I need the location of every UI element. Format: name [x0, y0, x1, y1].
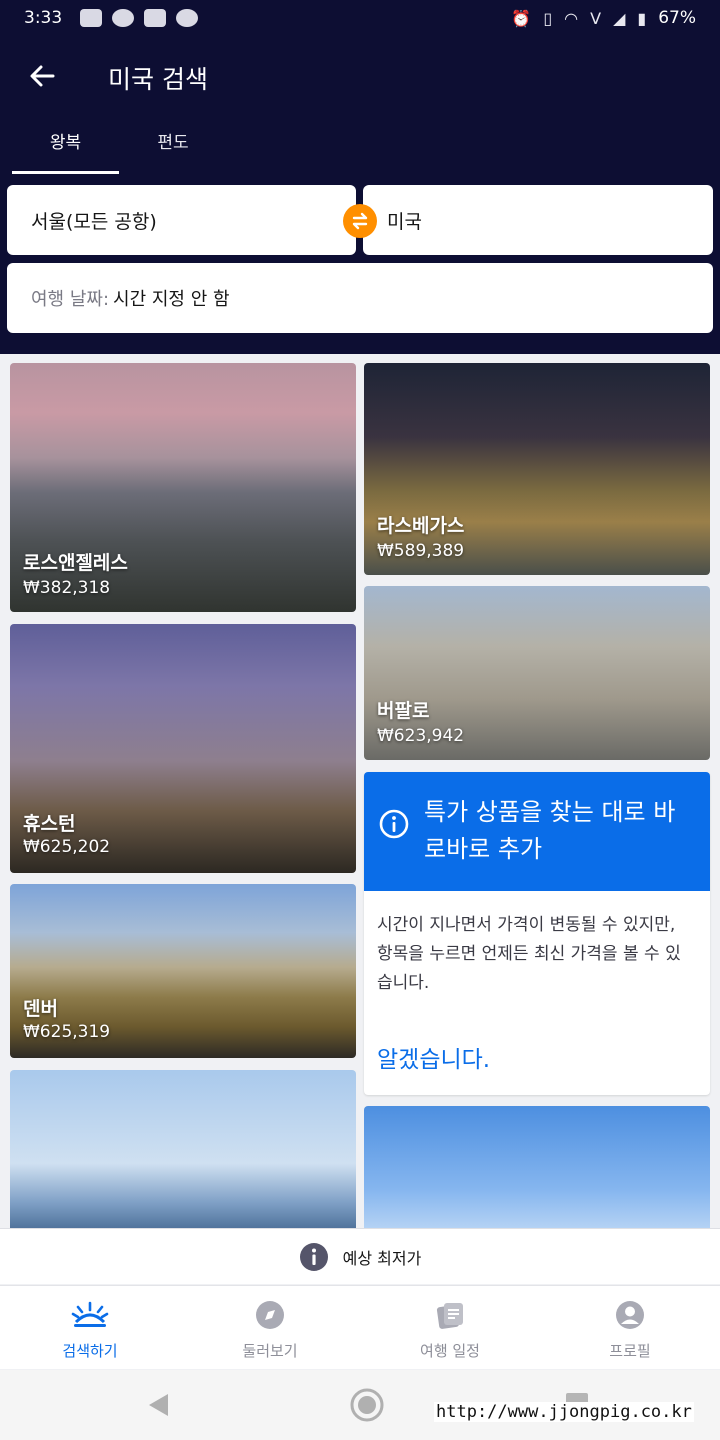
tab-one-way[interactable]: 편도: [119, 120, 227, 174]
card-price: ₩625,202: [23, 837, 111, 857]
nav-profile[interactable]: 프로필: [540, 1286, 720, 1369]
estimated-price-bar[interactable]: 예상 최저가: [0, 1228, 720, 1284]
estimated-price-label: 예상 최저가: [342, 1248, 422, 1268]
destination-value: 미국: [387, 210, 422, 233]
bottom-nav: 검색하기 둘러보기 여행 일정 프로필: [0, 1285, 720, 1369]
nav-trips[interactable]: 여행 일정: [360, 1286, 540, 1369]
battery-icon: ▮: [637, 8, 647, 28]
alarm-icon: ⏰: [511, 8, 532, 28]
card-price: ₩623,942: [377, 726, 465, 746]
nav-profile-label: 프로필: [609, 1342, 651, 1360]
profile-icon: [616, 1301, 644, 1329]
info-card-title: 특가 상품을 찾는 대로 바로바로 추가: [424, 798, 676, 863]
nav-explore[interactable]: 둘러보기: [180, 1286, 360, 1369]
info-icon: [379, 809, 409, 839]
volte-icon: V: [590, 8, 602, 28]
destination-card-houston[interactable]: 휴스턴 ₩625,202: [10, 624, 356, 873]
destination-card-buffalo[interactable]: 버팔로 ₩623,942: [364, 586, 710, 760]
destination-card-los-angeles[interactable]: 로스앤젤레스 ₩382,318: [10, 363, 356, 612]
destination-card-partial[interactable]: [364, 1106, 710, 1246]
card-city: 덴버: [23, 998, 58, 1020]
card-city: 라스베가스: [377, 515, 465, 537]
battery-percent: 67%: [658, 8, 696, 28]
tab-round-trip[interactable]: 왕복: [12, 120, 119, 174]
info-card-body: 시간이 지나면서 가격이 변동될 수 있지만, 항목을 누르면 언제든 최신 가…: [377, 915, 681, 993]
compass-icon: [256, 1301, 284, 1329]
trips-icon: [436, 1303, 463, 1329]
info-filled-icon: [299, 1242, 328, 1271]
swap-arrows-icon: [352, 212, 368, 230]
nav-search-label: 검색하기: [62, 1342, 118, 1360]
card-price: ₩625,319: [23, 1022, 111, 1042]
vibrate-icon: ▯: [543, 8, 553, 28]
notification-icons: [80, 9, 199, 27]
card-price: ₩589,389: [377, 541, 465, 561]
c-app-icon: [112, 9, 135, 27]
nav-trips-label: 여행 일정: [420, 1342, 480, 1360]
message-icon: [80, 9, 103, 27]
destination-card-partial[interactable]: [10, 1070, 356, 1240]
back-arrow-icon: [30, 65, 55, 87]
card-city: 버팔로: [377, 700, 430, 722]
card-price: ₩382,318: [23, 578, 111, 598]
destination-card-denver[interactable]: 덴버 ₩625,319: [10, 884, 356, 1058]
search-header: 미국 검색 왕복 편도 서울(모든 공항) 미국 여행 날짜: 시간 지정 안 …: [0, 36, 720, 354]
trip-type-tabs: 왕복 편도: [12, 120, 227, 174]
system-back-icon[interactable]: [146, 1392, 170, 1418]
status-bar: 3:33 ⏰ ▯ ◠ V ◢ ▮ 67%: [0, 0, 720, 36]
signal-icon: ◢: [613, 8, 626, 28]
swap-button[interactable]: [343, 204, 377, 238]
date-label: 여행 날짜:: [31, 289, 110, 310]
system-nav-bar: http://www.jjongpig.co.kr: [0, 1370, 720, 1440]
page-title: 미국 검색: [108, 65, 208, 94]
app-badge-icon: [144, 9, 167, 27]
system-home-icon[interactable]: [350, 1388, 384, 1422]
price-update-info-card: 특가 상품을 찾는 대로 바로바로 추가 시간이 지나면서 가격이 변동될 수 …: [364, 772, 710, 1095]
date-value: 시간 지정 안 함: [113, 289, 230, 310]
origin-field[interactable]: 서울(모든 공항): [7, 185, 356, 255]
wifi-icon: ◠: [564, 8, 579, 28]
destination-field[interactable]: 미국: [363, 185, 713, 255]
info-card-header: 특가 상품을 찾는 대로 바로바로 추가: [364, 772, 710, 891]
nav-explore-label: 둘러보기: [242, 1342, 298, 1360]
status-time: 3:33: [24, 8, 63, 28]
card-city: 로스앤젤레스: [23, 552, 128, 574]
watermark-text: http://www.jjongpig.co.kr: [434, 1402, 694, 1422]
nav-search[interactable]: 검색하기: [0, 1286, 180, 1369]
back-button[interactable]: [26, 60, 58, 92]
origin-value: 서울(모든 공항): [31, 210, 157, 233]
talk-icon: [176, 9, 199, 27]
got-it-button[interactable]: 알겠습니다.: [377, 1040, 490, 1074]
card-city: 휴스턴: [23, 813, 76, 835]
date-field[interactable]: 여행 날짜: 시간 지정 안 함: [7, 263, 713, 333]
sunrise-icon: [71, 1301, 109, 1327]
destination-card-las-vegas[interactable]: 라스베가스 ₩589,389: [364, 363, 710, 575]
